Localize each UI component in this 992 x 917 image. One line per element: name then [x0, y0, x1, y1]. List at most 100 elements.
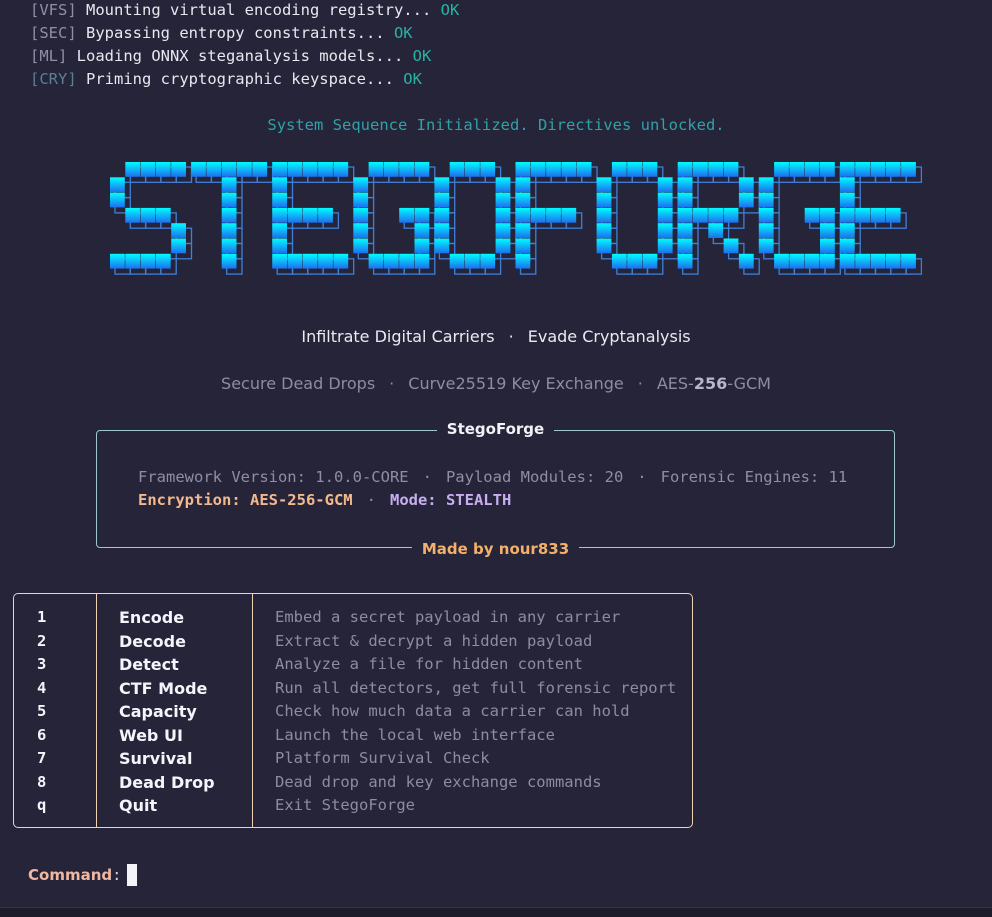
logo-pixel: [140, 162, 156, 177]
logo-pixel: [677, 253, 693, 269]
logo-pixel: [596, 238, 612, 254]
logo-pixel: [885, 253, 901, 269]
logo-pixel: [333, 253, 349, 269]
logo-pixel: [839, 162, 855, 177]
logo-pixel: [657, 177, 673, 193]
logo-pixel: [839, 192, 855, 208]
logo-pixel: [287, 162, 303, 177]
logo-pixel: [515, 223, 531, 238]
menu-item-ctf-mode[interactable]: 4 CTF Mode Run all detectors, get full for…: [14, 677, 692, 700]
logo-pixel: [155, 253, 171, 269]
logo-pixel: [353, 177, 369, 193]
logo-pixel: [723, 207, 739, 223]
logo-pixel: [515, 162, 531, 177]
menu-item-decode[interactable]: 2 Decode Extract & decrypt a hidden payloa…: [14, 630, 692, 653]
logo-pixel: [434, 238, 450, 254]
logo-pixel: [758, 207, 774, 223]
logo-pixel: [206, 162, 222, 177]
logo-pixel: [272, 238, 287, 254]
logo-pixel: [414, 253, 430, 269]
logo-pixel: [221, 223, 237, 238]
logo-pixel: [125, 207, 141, 223]
logo-pixel: [677, 192, 693, 208]
logo-pixel: [125, 253, 141, 269]
logo-pixel: [171, 238, 186, 254]
logo-pixel: [495, 207, 511, 223]
info-panel: StegoForge Framework Version: 1.0.0-CORE…: [96, 420, 895, 558]
logo-pixel: [885, 162, 901, 177]
logo-pixel: [804, 162, 820, 177]
logo-pixel: [820, 162, 835, 177]
logo-pixel: [611, 162, 627, 177]
mode-label: Mode: STEALTH: [389, 491, 512, 509]
logo-pixel: [693, 162, 708, 177]
logo-pixel: [110, 177, 125, 193]
logo-pixel: [140, 207, 156, 223]
logo-pixel: [515, 253, 531, 269]
logo-pixel: [318, 207, 333, 223]
security-info: Encryption: AES-256-GCM · Mode: STEALTH: [138, 491, 512, 509]
boot-line-vfs: [VFS] Mounting virtual encoding registry…: [30, 1, 460, 19]
logo-pixel: [287, 253, 303, 269]
logo-pixel: [870, 207, 886, 223]
logo-pixel: [758, 177, 774, 193]
command-prompt[interactable]: Command:: [28, 864, 138, 886]
logo-pixel: [693, 207, 708, 223]
menu-item-dead-drop[interactable]: 8 Dead Drop Dead drop and key exchange com…: [14, 771, 692, 794]
logo-pixel: [414, 223, 430, 238]
stegoforge-logo: [110, 162, 923, 275]
logo-pixel: [318, 253, 333, 269]
logo-pixel: [789, 162, 805, 177]
logo-pixel: [383, 253, 399, 269]
menu-item-survival[interactable]: 7 Survival Platform Survival Check: [14, 747, 692, 770]
logo-pixel: [110, 192, 125, 208]
logo-pixel: [738, 177, 754, 193]
logo-pixel: [399, 162, 414, 177]
menu-item-capacity[interactable]: 5 Capacity Check how much data a carrier c…: [14, 700, 692, 723]
logo-pixel: [870, 253, 886, 269]
logo-pixel: [140, 253, 156, 269]
logo-pixel: [839, 253, 855, 269]
logo-pixel: [839, 223, 855, 238]
logo-pixel: [221, 192, 237, 208]
logo-pixel: [302, 162, 318, 177]
logo-pixel: [820, 223, 835, 238]
logo-pixel: [221, 162, 237, 177]
logo-pixel: [272, 253, 287, 269]
logo-pixel: [561, 207, 577, 223]
logo-pixel: [789, 253, 805, 269]
logo-pixel: [596, 223, 612, 238]
logo-pixel: [855, 253, 870, 269]
status-ok: OK: [440, 1, 460, 19]
logo-pixel: [677, 177, 693, 193]
logo-pixel: [171, 223, 186, 238]
logo-pixel: [368, 162, 384, 177]
logo-pixel: [839, 207, 855, 223]
logo-pixel: [657, 207, 673, 223]
logo-pixel: [738, 192, 754, 208]
logo-pixel: [515, 192, 531, 208]
logo-pixel: [596, 207, 612, 223]
logo-pixel: [657, 192, 673, 208]
logo-pixel: [221, 253, 237, 269]
logo-pixel: [839, 177, 855, 193]
logo-pixel: [465, 253, 480, 269]
logo-pixel: [885, 207, 901, 223]
logo-pixel: [515, 207, 531, 223]
text-cursor[interactable]: [127, 864, 138, 886]
menu-item-encode[interactable]: 1 Encode Embed a secret payload in any car…: [14, 606, 692, 629]
menu-item-detect[interactable]: 3 Detect Analyze a file for hidden content: [14, 653, 692, 676]
logo-pixel: [758, 223, 774, 238]
logo-pixel: [434, 207, 450, 223]
logo-pixel: [804, 207, 820, 223]
logo-pixel: [383, 162, 399, 177]
menu-item-web-ui[interactable]: 6 Web UI Launch the local web interface: [14, 724, 692, 747]
logo-pixel: [855, 207, 870, 223]
command-menu: 1 Encode Embed a secret payload in any car…: [13, 593, 693, 828]
logo-pixel: [774, 162, 789, 177]
menu-item-quit[interactable]: q Quit Exit StegoForge: [14, 794, 692, 817]
logo-pixel: [353, 207, 369, 223]
tagline: Infiltrate Digital Carriers · Evade Crypta…: [301, 327, 691, 346]
logo-pixel: [237, 162, 252, 177]
logo-pixel: [272, 223, 287, 238]
